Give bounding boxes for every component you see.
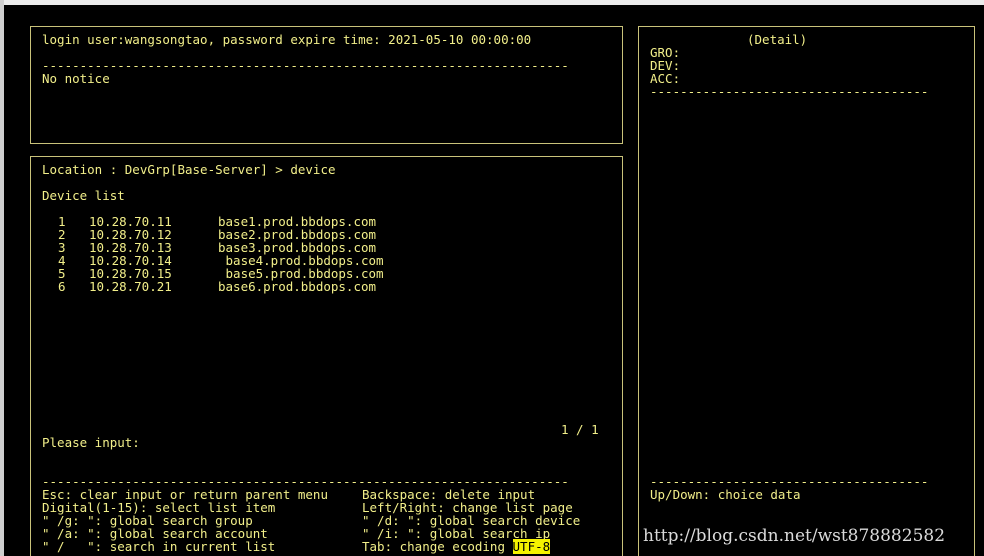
header-divider: ----------------------------------------… [42, 58, 569, 73]
device-list-title: Device list [42, 188, 125, 203]
page-indicator: 1 / 1 [561, 422, 599, 437]
watermark: http://blog.csdn.net/wst878882582 [643, 526, 946, 546]
header-panel: login user:wangsongtao, password expire … [30, 26, 623, 144]
window-left-border [0, 0, 4, 556]
detail-divider: ------------------------------------- [650, 84, 929, 99]
detail-title: (Detail) [747, 32, 808, 47]
detail-panel: (Detail) GRO: DEV: ACC: ----------------… [638, 26, 975, 556]
login-info: login user:wangsongtao, password expire … [42, 32, 532, 47]
device-ip: 10.28.70.21 [89, 279, 172, 294]
list-item[interactable]: 6 10.28.70.21 base6.prod.bbdops.com [31, 280, 621, 293]
encoding-badge: UTF-8 [512, 539, 551, 554]
device-hostname: base6.prod.bbdops.com [218, 279, 377, 294]
device-index: 6 [58, 279, 66, 294]
main-panel: Location : DevGrp[Base-Server] > device … [30, 156, 623, 556]
location-breadcrumb: Location : DevGrp[Base-Server] > device [42, 162, 336, 177]
encoding-label: Tab: change ecoding [362, 539, 513, 554]
help-line: " / ": search in current list [42, 539, 276, 554]
input-prompt[interactable]: Please input: [42, 436, 140, 449]
notice-text: No notice [42, 71, 110, 86]
window-top-border [0, 0, 984, 5]
detail-footer-hint: Up/Down: choice data [650, 487, 801, 502]
help-line-encoding: Tab: change ecoding UTF-8 [362, 539, 551, 554]
